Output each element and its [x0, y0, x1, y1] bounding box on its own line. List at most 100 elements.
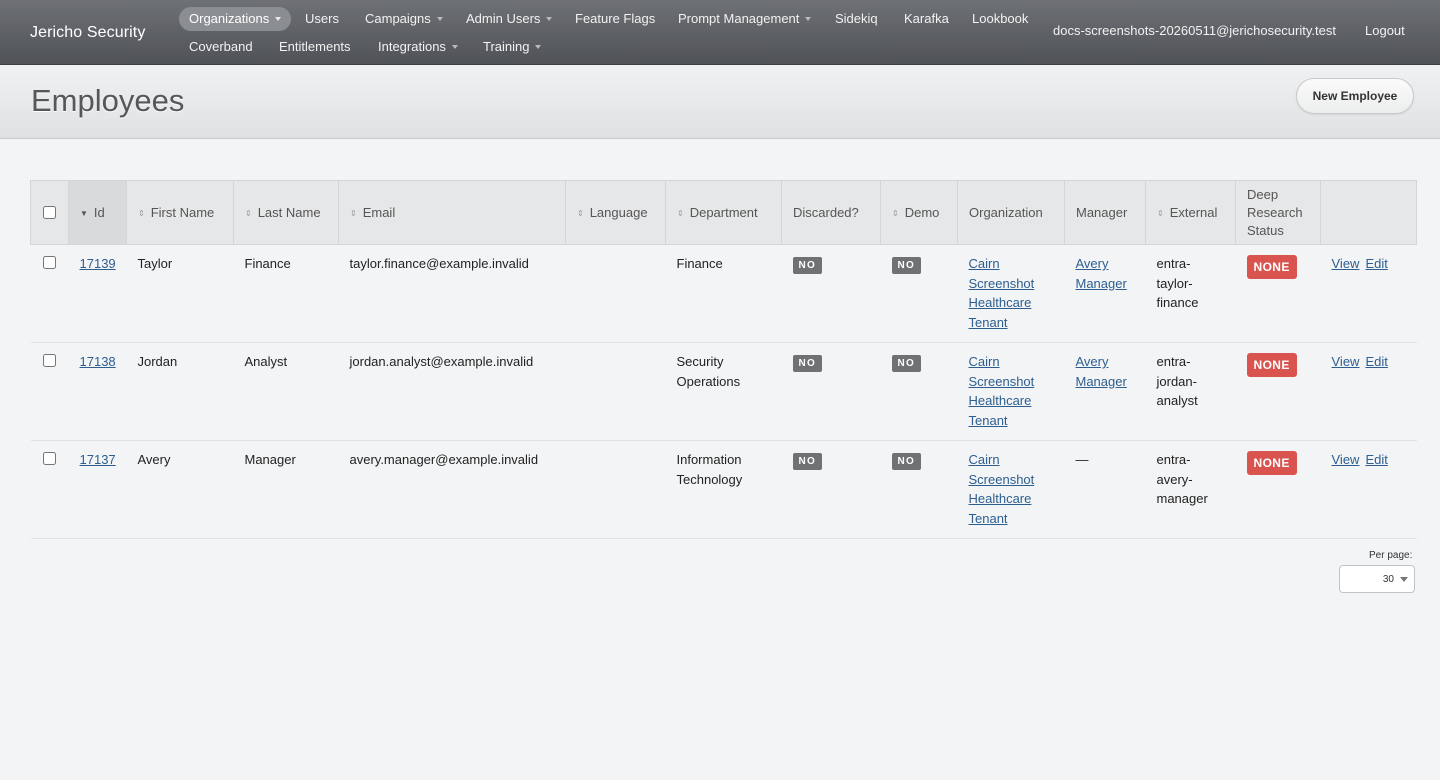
demo-cell: NO — [881, 343, 958, 441]
row-select-cell — [31, 441, 69, 539]
nav-karafka[interactable]: Karafka — [894, 7, 959, 31]
id-cell: 17139 — [69, 245, 127, 343]
nav-admin-users[interactable]: Admin Users — [456, 7, 562, 31]
deep-research-cell: NONE — [1236, 343, 1321, 441]
employee-id-link[interactable]: 17138 — [80, 354, 116, 369]
demo-badge: NO — [891, 355, 922, 372]
last-name-cell: Analyst — [244, 354, 288, 369]
external-cell: entra-jordan-analyst — [1156, 354, 1198, 408]
sort-desc-icon: ▼ — [80, 209, 88, 218]
last-name-cell: Manager — [244, 452, 296, 467]
select-all-checkbox[interactable] — [43, 205, 56, 219]
sort-icon: ⇕ — [892, 209, 899, 218]
nav-organizations[interactable]: Organizations — [179, 7, 292, 31]
employees-table: ▼ Id ⇕ First Name ⇕ Last Name ⇕ Email ⇕ Langu… — [30, 180, 1417, 539]
view-link[interactable]: View — [1332, 354, 1360, 369]
nav-campaigns[interactable]: Campaigns — [355, 7, 453, 31]
nav-training[interactable]: Training — [473, 35, 551, 59]
email-cell: avery.manager@example.invalid — [349, 452, 539, 467]
deep-research-badge: NONE — [1246, 353, 1297, 377]
view-link[interactable]: View — [1332, 256, 1360, 271]
discarded-cell: NO — [782, 441, 881, 539]
nav-prompt-management[interactable]: Prompt Management — [668, 7, 821, 31]
id-cell: 17137 — [69, 441, 127, 539]
select-all-header — [30, 180, 69, 245]
organization-cell: Cairn Screenshot Healthcare Tenant — [958, 245, 1065, 343]
organization-link[interactable]: Cairn Screenshot Healthcare Tenant — [969, 354, 1035, 428]
view-link[interactable]: View — [1332, 452, 1360, 467]
deep-research-badge: NONE — [1246, 451, 1297, 475]
external-cell: entra-avery-manager — [1156, 452, 1208, 506]
first-name-cell: Taylor — [137, 256, 173, 271]
row-select-cell — [31, 245, 69, 343]
manager-cell: — — [1065, 441, 1146, 539]
column-header-first-name[interactable]: ⇕ First Name — [126, 180, 234, 245]
discarded-badge: NO — [792, 257, 823, 274]
row-checkbox[interactable] — [42, 354, 56, 367]
brand-logo-text[interactable]: Jericho Security — [30, 24, 145, 42]
column-header-last-name[interactable]: ⇕ Last Name — [233, 180, 339, 245]
sort-icon: ⇕ — [677, 209, 684, 218]
demo-cell: NO — [881, 441, 958, 539]
manager-link[interactable]: Avery Manager — [1076, 354, 1127, 389]
per-page-value: 30 — [1382, 574, 1394, 585]
chevron-down-icon — [451, 44, 458, 49]
column-header-language[interactable]: ⇕ Language — [565, 180, 666, 245]
logout-link[interactable]: Logout — [1365, 23, 1405, 38]
organization-cell: Cairn Screenshot Healthcare Tenant — [958, 441, 1065, 539]
column-header-actions — [1320, 180, 1417, 245]
nav-integrations[interactable]: Integrations — [368, 35, 468, 59]
table-row: 17139 Taylor Finance taylor.finance@exam… — [30, 245, 1417, 343]
employee-id-link[interactable]: 17137 — [80, 452, 116, 467]
chevron-down-icon — [535, 44, 542, 49]
organization-link[interactable]: Cairn Screenshot Healthcare Tenant — [969, 452, 1035, 526]
row-checkbox[interactable] — [42, 452, 56, 465]
sort-icon: ⇕ — [577, 209, 584, 218]
edit-link[interactable]: Edit — [1365, 256, 1387, 271]
discarded-badge: NO — [792, 453, 823, 470]
last-name-cell: Finance — [244, 256, 291, 271]
per-page-select[interactable]: 30 — [1339, 565, 1415, 593]
language-cell — [566, 245, 666, 343]
nav-sidekiq[interactable]: Sidekiq — [825, 7, 888, 31]
new-employee-button[interactable]: New Employee — [1296, 78, 1414, 114]
column-header-organization: Organization — [957, 180, 1065, 245]
row-checkbox[interactable] — [42, 256, 56, 269]
column-header-department[interactable]: ⇕ Department — [665, 180, 782, 245]
manager-cell: Avery Manager — [1065, 245, 1146, 343]
row-select-cell — [31, 343, 69, 441]
language-cell — [566, 441, 666, 539]
employees-table-container: ▼ Id ⇕ First Name ⇕ Last Name ⇕ Email ⇕ Langu… — [30, 180, 1417, 539]
external-cell: entra-taylor-finance — [1156, 256, 1199, 310]
id-cell: 17138 — [69, 343, 127, 441]
department-cell: Finance — [676, 256, 723, 271]
nav-coverband[interactable]: Coverband — [179, 35, 263, 59]
demo-badge: NO — [891, 257, 922, 274]
nav-entitlements[interactable]: Entitlements — [269, 35, 361, 59]
table-row: 17137 Avery Manager avery.manager@exampl… — [30, 441, 1417, 539]
column-header-email[interactable]: ⇕ Email — [338, 180, 566, 245]
manager-link[interactable]: Avery Manager — [1076, 256, 1127, 291]
deep-research-badge: NONE — [1246, 255, 1297, 279]
email-cell: jordan.analyst@example.invalid — [349, 354, 534, 369]
column-header-discarded: Discarded? — [781, 180, 881, 245]
column-header-id[interactable]: ▼ Id — [68, 180, 127, 245]
sort-icon: ⇕ — [245, 209, 252, 218]
edit-link[interactable]: Edit — [1365, 452, 1387, 467]
sort-icon: ⇕ — [1157, 209, 1164, 218]
edit-link[interactable]: Edit — [1365, 354, 1387, 369]
organization-link[interactable]: Cairn Screenshot Healthcare Tenant — [969, 256, 1035, 330]
manager-empty: — — [1075, 452, 1089, 467]
nav-lookbook[interactable]: Lookbook — [962, 7, 1038, 31]
first-name-cell: Avery — [137, 452, 171, 467]
page-title: Employees — [31, 83, 185, 118]
top-navbar: Jericho Security Organizations Users Cam… — [0, 0, 1440, 65]
nav-users[interactable]: Users — [295, 7, 349, 31]
chevron-down-icon — [275, 16, 282, 21]
column-header-external[interactable]: ⇕ External — [1145, 180, 1236, 245]
nav-feature-flags[interactable]: Feature Flags — [565, 7, 665, 31]
column-header-demo[interactable]: ⇕ Demo — [880, 180, 958, 245]
chevron-down-icon — [805, 16, 812, 21]
discarded-cell: NO — [782, 343, 881, 441]
employee-id-link[interactable]: 17139 — [80, 256, 116, 271]
